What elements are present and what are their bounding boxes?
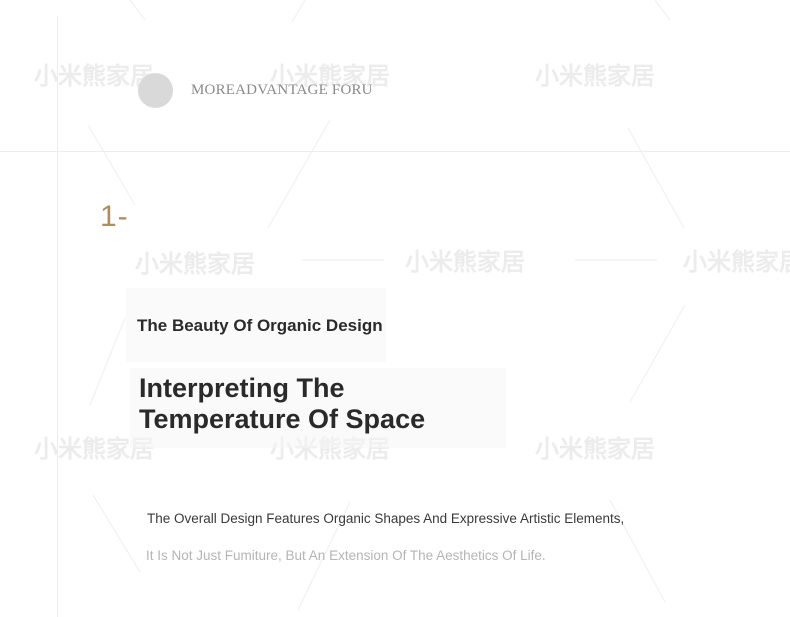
- header-divider: [0, 151, 790, 152]
- section-number: 1-: [100, 200, 129, 233]
- brand-logo-circle: [138, 73, 173, 108]
- watermark-text: 小米熊家居: [405, 248, 525, 276]
- section-subtitle: The Beauty Of Organic Design: [137, 316, 383, 335]
- watermark-text: 小米熊家居: [34, 62, 154, 90]
- watermark-text: 小米熊家居: [683, 248, 790, 276]
- description-line-1: The Overall Design Features Organic Shap…: [147, 511, 625, 526]
- vertical-divider: [57, 16, 58, 617]
- watermark-text: 小米熊家居: [535, 62, 655, 90]
- watermark-text: 小米熊家居: [535, 435, 655, 463]
- brand-text: MOREADVANTAGE FORU: [191, 82, 373, 98]
- watermark-text: 小米熊家居: [135, 250, 255, 278]
- section-title-line1: Interpreting The: [139, 373, 345, 403]
- brand-header: MOREADVANTAGE FORU: [138, 73, 373, 108]
- section-title-line2: Temperature Of Space: [139, 404, 426, 434]
- description-line-2: It Is Not Just Fumiture, But An Extensio…: [146, 548, 546, 563]
- section-title: Interpreting The Temperature Of Space: [139, 373, 425, 435]
